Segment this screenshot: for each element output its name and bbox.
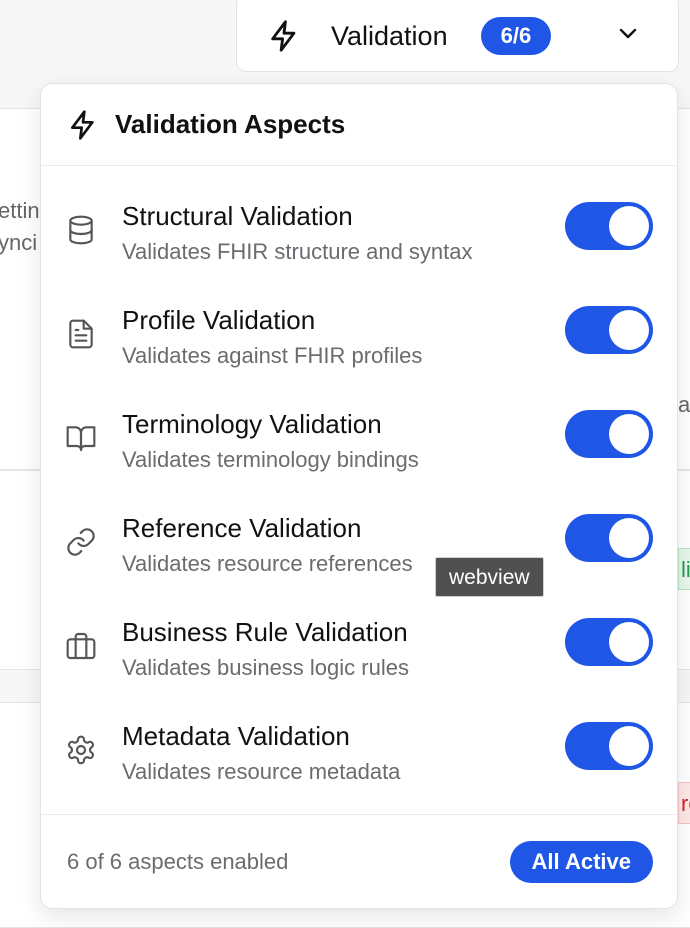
validation-label: Validation — [331, 20, 448, 51]
aspect-name: Reference Validation — [122, 513, 362, 543]
aspect-row-business-rule: Business Rule Validation Validates busin… — [41, 596, 677, 700]
link-icon — [65, 526, 97, 558]
aspect-description: Validates business logic rules — [122, 655, 409, 680]
business-rule-validation-toggle[interactable] — [565, 618, 653, 666]
page: ettin ynci a li ro Validation 6/6 Valida… — [0, 0, 690, 928]
panel-header: Validation Aspects — [41, 84, 677, 166]
aspect-row-profile: Profile Validation Validates against FHI… — [41, 284, 677, 388]
toggle-knob — [609, 206, 649, 246]
toggle-knob — [609, 622, 649, 662]
panel-title: Validation Aspects — [115, 109, 346, 139]
aspect-description: Validates against FHIR profiles — [122, 343, 423, 368]
bolt-icon — [267, 19, 301, 53]
background-status-chip: li — [678, 548, 690, 590]
aspect-row-structural: Structural Validation Validates FHIR str… — [41, 180, 677, 284]
file-text-icon — [65, 318, 97, 350]
aspect-row-terminology: Terminology Validation Validates termino… — [41, 388, 677, 492]
book-open-icon — [65, 422, 97, 454]
aspect-name: Terminology Validation — [122, 409, 382, 439]
profile-validation-toggle[interactable] — [565, 306, 653, 354]
aspect-row-metadata: Metadata Validation Validates resource m… — [41, 700, 677, 804]
toggle-knob — [609, 518, 649, 558]
aspect-description: Validates resource metadata — [122, 759, 401, 784]
briefcase-icon — [65, 630, 97, 662]
metadata-validation-toggle[interactable] — [565, 722, 653, 770]
terminology-validation-toggle[interactable] — [565, 410, 653, 458]
aspect-name: Profile Validation — [122, 305, 316, 335]
enabled-summary: 6 of 6 aspects enabled — [67, 848, 289, 874]
validation-dropdown-button[interactable]: Validation 6/6 — [236, 0, 679, 72]
toggle-knob — [609, 726, 649, 766]
all-active-button[interactable]: All Active — [509, 840, 653, 883]
validation-count-badge: 6/6 — [480, 17, 552, 55]
aspect-description: Validates FHIR structure and syntax — [122, 239, 473, 264]
aspect-name: Metadata Validation — [122, 721, 350, 751]
database-icon — [65, 214, 97, 246]
validation-aspects-panel: Validation Aspects Structural Validation… — [40, 83, 678, 909]
panel-footer: 6 of 6 aspects enabled All Active — [41, 814, 677, 908]
aspect-description: Validates resource references — [122, 551, 413, 576]
bolt-icon — [67, 109, 99, 141]
background-text-fragment: a — [678, 392, 690, 417]
reference-validation-toggle[interactable] — [565, 514, 653, 562]
aspect-description: Validates terminology bindings — [122, 447, 419, 472]
chevron-down-icon — [616, 21, 640, 45]
background-text-fragment: ettin — [0, 198, 40, 223]
aspect-name: Business Rule Validation — [122, 617, 408, 647]
toggle-knob — [609, 310, 649, 350]
aspect-row-reference: Reference Validation Validates resource … — [41, 492, 677, 596]
structural-validation-toggle[interactable] — [565, 202, 653, 250]
background-text-fragment: ynci — [0, 230, 38, 255]
settings-icon — [65, 734, 97, 766]
aspect-name: Structural Validation — [122, 201, 353, 231]
background-status-chip: ro — [678, 782, 690, 824]
webview-tooltip: webview — [435, 557, 544, 597]
toggle-knob — [609, 414, 649, 454]
aspect-list: Structural Validation Validates FHIR str… — [41, 166, 677, 804]
